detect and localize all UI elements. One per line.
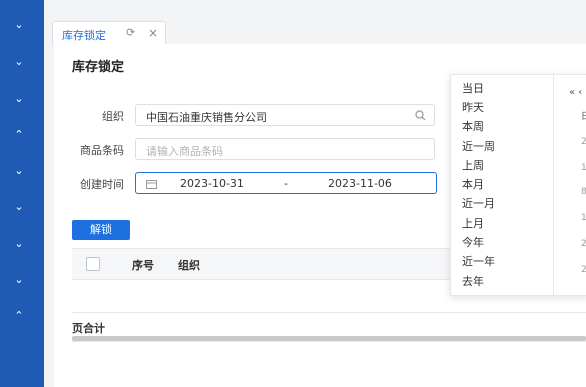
side-nav: ⌄ ⌄ ⌄ ⌃ ⌄ ⌄ ⌄ ⌄ ⌃: [0, 0, 44, 387]
col-index-header: 序号: [132, 259, 154, 272]
calendar-prev-icons[interactable]: « ‹: [569, 87, 582, 98]
tab-inventory-lock[interactable]: 库存锁定 ⟳ ×: [52, 21, 166, 46]
barcode-input[interactable]: 请输入商品条码: [135, 138, 435, 160]
barcode-label: 商品条码: [80, 144, 124, 157]
unlock-button[interactable]: 解锁: [72, 220, 130, 240]
date-start[interactable]: 2023-10-31: [180, 177, 244, 190]
created-time-label: 创建时间: [80, 178, 124, 191]
date-end[interactable]: 2023-11-06: [328, 177, 392, 190]
shortcut-this-week[interactable]: 本周: [462, 118, 484, 134]
org-select[interactable]: 中国石油重庆销售分公司: [135, 104, 435, 126]
chevron-up-icon[interactable]: ⌃: [10, 309, 28, 323]
top-bar: [44, 0, 586, 14]
chevron-down-icon[interactable]: ⌄: [10, 92, 28, 106]
calendar-day[interactable]: 2: [581, 265, 586, 275]
page-title: 库存锁定: [72, 60, 125, 75]
refresh-icon[interactable]: ⟳: [126, 26, 135, 39]
shortcut-this-year[interactable]: 今年: [462, 234, 484, 250]
chevron-up-icon[interactable]: ⌃: [10, 128, 28, 142]
date-separator: -: [284, 177, 288, 190]
date-range-picker[interactable]: 2023-10-31 - 2023-11-06: [135, 172, 437, 194]
tab-strip: 库存锁定 ⟳ ×: [44, 14, 586, 46]
shortcut-yesterday[interactable]: 昨天: [462, 99, 484, 115]
date-picker-popup: 当日 昨天 本周 近一周 上周 本月 近一月 上月 今年 近一年 去年 « ‹ …: [450, 74, 586, 296]
calendar-icon: [146, 180, 157, 189]
horizontal-scrollbar[interactable]: [72, 336, 586, 341]
chevron-down-icon[interactable]: ⌄: [10, 200, 28, 214]
shortcut-today[interactable]: 当日: [462, 80, 484, 96]
col-org-header: 组织: [178, 259, 200, 272]
shortcut-last-7-days[interactable]: 近一周: [462, 138, 495, 154]
org-label: 组织: [102, 110, 124, 123]
shortcut-last-30-days[interactable]: 近一月: [462, 195, 495, 211]
chevron-down-icon[interactable]: ⌄: [10, 273, 28, 287]
barcode-placeholder: 请输入商品条码: [146, 145, 223, 158]
org-value: 中国石油重庆销售分公司: [146, 111, 267, 124]
search-icon[interactable]: [415, 110, 426, 121]
page-total-label: 页合计: [72, 322, 105, 335]
shortcut-last-12-months[interactable]: 近一年: [462, 253, 495, 269]
close-icon[interactable]: ×: [148, 26, 158, 40]
calendar-day[interactable]: 2: [581, 239, 586, 249]
chevron-down-icon[interactable]: ⌄: [10, 164, 28, 178]
chevron-down-icon[interactable]: ⌄: [10, 55, 28, 69]
chevron-down-icon[interactable]: ⌄: [10, 237, 28, 251]
shortcut-this-month[interactable]: 本月: [462, 176, 484, 192]
calendar-weekday: 日: [581, 112, 586, 122]
date-shortcut-list: 当日 昨天 本周 近一周 上周 本月 近一月 上月 今年 近一年 去年: [451, 75, 554, 295]
shortcut-last-year[interactable]: 去年: [462, 273, 484, 289]
calendar-day[interactable]: 1: [581, 163, 586, 173]
chevron-down-icon[interactable]: ⌄: [10, 18, 28, 32]
calendar-day[interactable]: 8: [581, 187, 586, 197]
shortcut-last-month[interactable]: 上月: [462, 215, 484, 231]
select-all-checkbox[interactable]: [86, 257, 100, 271]
calendar-day[interactable]: 2: [581, 137, 586, 147]
tab-label: 库存锁定: [62, 29, 106, 42]
shortcut-last-week[interactable]: 上周: [462, 157, 484, 173]
calendar-day[interactable]: 1: [581, 213, 586, 223]
